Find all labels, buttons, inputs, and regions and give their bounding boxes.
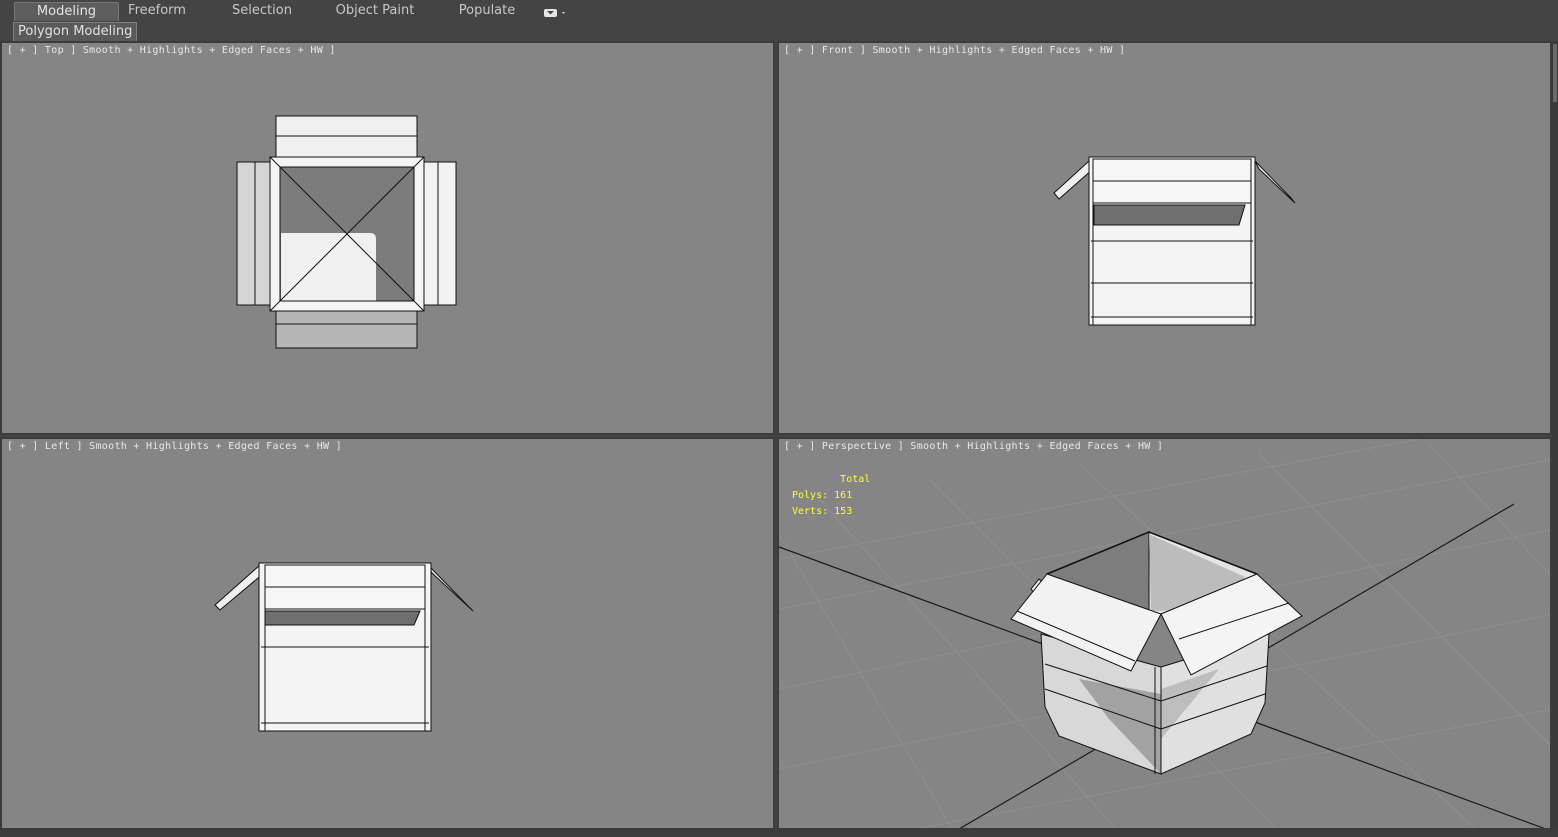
polygon-modeling-tab[interactable]: Polygon Modeling xyxy=(13,22,138,42)
viewport-label-top[interactable]: [ + ] Top ] Smooth + Highlights + Edged … xyxy=(7,45,336,56)
scrollbar-handle[interactable] xyxy=(1553,44,1557,102)
box-left-view xyxy=(214,562,474,732)
tab-modeling[interactable]: Modeling xyxy=(14,2,119,21)
stats-header: Total xyxy=(840,474,871,485)
right-panel-edge xyxy=(1552,41,1558,837)
viewport-left[interactable]: [ + ] Left ] Smooth + Highlights + Edged… xyxy=(0,437,775,830)
stats-verts: Verts: 153 xyxy=(792,506,853,517)
statistics-overlay: Total Polys: 161 Verts: 153 xyxy=(792,472,870,520)
viewport-label-perspective[interactable]: [ + ] Perspective ] Smooth + Highlights … xyxy=(784,441,1163,452)
stats-polys: Polys: 161 xyxy=(792,490,853,501)
viewport-top[interactable]: [ + ] Top ] Smooth + Highlights + Edged … xyxy=(0,41,775,435)
bottom-status-bar xyxy=(0,830,1558,837)
tab-populate[interactable]: Populate xyxy=(450,2,524,20)
ribbon-panel-bar: Polygon Modeling xyxy=(0,21,1558,42)
viewport-label-left[interactable]: [ + ] Left ] Smooth + Highlights + Edged… xyxy=(7,441,342,452)
box-perspective-view xyxy=(779,439,1550,828)
box-front-view xyxy=(1053,156,1296,326)
tab-object-paint[interactable]: Object Paint xyxy=(333,2,417,20)
viewport-label-front[interactable]: [ + ] Front ] Smooth + Highlights + Edge… xyxy=(784,45,1125,56)
ribbon-options-icon[interactable] xyxy=(544,5,565,17)
viewport-front[interactable]: [ + ] Front ] Smooth + Highlights + Edge… xyxy=(777,41,1552,435)
box-top-view xyxy=(236,115,457,349)
viewport-perspective[interactable]: [ + ] Perspective ] Smooth + Highlights … xyxy=(777,437,1552,830)
ribbon-tab-bar: Modeling Freeform Selection Object Paint… xyxy=(0,0,1558,22)
tab-selection[interactable]: Selection xyxy=(222,2,302,20)
tab-freeform[interactable]: Freeform xyxy=(117,2,197,20)
